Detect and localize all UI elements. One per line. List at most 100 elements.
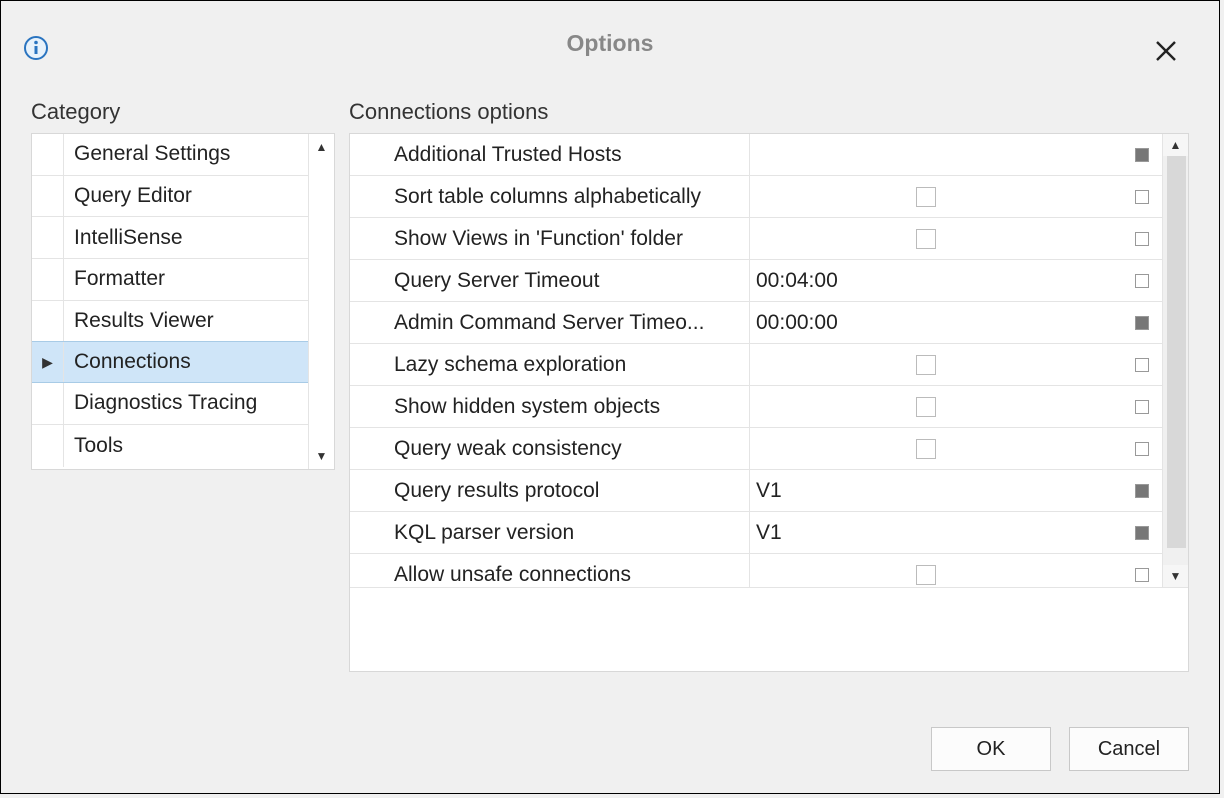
option-reset[interactable]: [1122, 134, 1162, 175]
option-name: Allow unsafe connections: [350, 554, 750, 587]
option-row[interactable]: Query Server Timeout00:04:00: [350, 260, 1162, 302]
option-value[interactable]: [750, 428, 1122, 469]
option-checkbox[interactable]: [916, 439, 936, 459]
category-item[interactable]: Diagnostics Tracing: [32, 383, 308, 425]
option-value[interactable]: [750, 176, 1122, 217]
category-marker: [32, 259, 64, 300]
dialog-buttons: OK Cancel: [931, 727, 1189, 771]
option-reset[interactable]: [1122, 260, 1162, 301]
option-checkbox[interactable]: [916, 355, 936, 375]
option-reset[interactable]: [1122, 344, 1162, 385]
category-header: Category: [31, 99, 335, 125]
category-item[interactable]: ▶Connections: [32, 341, 308, 383]
option-value-text: 00:04:00: [756, 269, 838, 293]
category-item[interactable]: IntelliSense: [32, 217, 308, 259]
scrollbar-track[interactable]: [1163, 156, 1188, 565]
category-list: General Settings Query Editor IntelliSense…: [31, 133, 335, 470]
option-name: Additional Trusted Hosts: [350, 134, 750, 175]
scroll-up-icon[interactable]: ▲: [1163, 134, 1188, 156]
category-marker: [32, 176, 64, 217]
option-value-text: 00:00:00: [756, 311, 838, 335]
option-value[interactable]: [750, 386, 1122, 427]
close-icon: [1155, 40, 1177, 62]
reset-indicator-icon: [1135, 274, 1149, 288]
option-reset[interactable]: [1122, 218, 1162, 259]
option-value[interactable]: [750, 344, 1122, 385]
option-value-text: V1: [756, 479, 782, 503]
option-name: Query weak consistency: [350, 428, 750, 469]
category-label: General Settings: [64, 142, 308, 166]
reset-indicator-icon: [1135, 190, 1149, 204]
category-marker: [32, 217, 64, 258]
option-row[interactable]: Show hidden system objects: [350, 386, 1162, 428]
option-reset[interactable]: [1122, 470, 1162, 511]
option-checkbox[interactable]: [916, 187, 936, 207]
option-value[interactable]: [750, 134, 1122, 175]
category-scrollbar[interactable]: ▲ ▼: [308, 134, 334, 469]
option-reset[interactable]: [1122, 176, 1162, 217]
category-item[interactable]: Tools: [32, 425, 308, 467]
options-description-area: [350, 587, 1188, 671]
category-label: Query Editor: [64, 184, 308, 208]
reset-indicator-icon: [1135, 568, 1149, 582]
reset-indicator-icon: [1135, 484, 1149, 498]
category-marker: [32, 383, 64, 424]
scrollbar-thumb[interactable]: [1167, 156, 1186, 548]
option-checkbox[interactable]: [916, 565, 936, 585]
category-label: Tools: [64, 434, 308, 458]
option-row[interactable]: Sort table columns alphabetically: [350, 176, 1162, 218]
option-name: Sort table columns alphabetically: [350, 176, 750, 217]
category-marker: [32, 301, 64, 342]
option-value[interactable]: [750, 554, 1122, 587]
option-name: Query Server Timeout: [350, 260, 750, 301]
info-icon: [23, 35, 49, 61]
category-label: Connections: [64, 350, 308, 374]
ok-button[interactable]: OK: [931, 727, 1051, 771]
category-item[interactable]: General Settings: [32, 134, 308, 176]
option-row[interactable]: Additional Trusted Hosts: [350, 134, 1162, 176]
options-header: Connections options: [349, 99, 1189, 125]
close-button[interactable]: [1145, 31, 1187, 75]
option-row[interactable]: Show Views in 'Function' folder: [350, 218, 1162, 260]
category-label: Results Viewer: [64, 309, 308, 333]
option-value[interactable]: 00:00:00: [750, 302, 1122, 343]
option-reset[interactable]: [1122, 386, 1162, 427]
option-name: Query results protocol: [350, 470, 750, 511]
options-scrollbar[interactable]: ▲ ▼: [1162, 134, 1188, 587]
option-row[interactable]: Query results protocolV1: [350, 470, 1162, 512]
category-item[interactable]: Results Viewer: [32, 301, 308, 343]
option-value[interactable]: [750, 218, 1122, 259]
option-reset[interactable]: [1122, 554, 1162, 587]
option-value[interactable]: V1: [750, 512, 1122, 553]
options-dialog: Options Category General Settings Query E…: [0, 0, 1220, 794]
option-reset[interactable]: [1122, 302, 1162, 343]
option-row[interactable]: Allow unsafe connections: [350, 554, 1162, 587]
option-row[interactable]: Query weak consistency: [350, 428, 1162, 470]
category-marker: [32, 134, 64, 175]
reset-indicator-icon: [1135, 316, 1149, 330]
reset-indicator-icon: [1135, 400, 1149, 414]
option-value[interactable]: V1: [750, 470, 1122, 511]
option-reset[interactable]: [1122, 512, 1162, 553]
option-name: Admin Command Server Timeo...: [350, 302, 750, 343]
category-item[interactable]: Formatter: [32, 259, 308, 301]
category-item[interactable]: Query Editor: [32, 176, 308, 218]
option-row[interactable]: KQL parser versionV1: [350, 512, 1162, 554]
category-marker: ▶: [32, 342, 64, 382]
cancel-button[interactable]: Cancel: [1069, 727, 1189, 771]
scroll-down-icon[interactable]: ▼: [316, 449, 328, 463]
option-value[interactable]: 00:04:00: [750, 260, 1122, 301]
scroll-up-icon[interactable]: ▲: [316, 140, 328, 154]
option-row[interactable]: Lazy schema exploration: [350, 344, 1162, 386]
scroll-down-icon[interactable]: ▼: [1163, 565, 1188, 587]
option-row[interactable]: Admin Command Server Timeo...00:00:00: [350, 302, 1162, 344]
titlebar: Options: [1, 1, 1219, 59]
option-name: Show Views in 'Function' folder: [350, 218, 750, 259]
reset-indicator-icon: [1135, 148, 1149, 162]
option-checkbox[interactable]: [916, 229, 936, 249]
category-label: IntelliSense: [64, 226, 308, 250]
option-reset[interactable]: [1122, 428, 1162, 469]
option-checkbox[interactable]: [916, 397, 936, 417]
option-value-text: V1: [756, 521, 782, 545]
category-marker: [32, 425, 64, 467]
